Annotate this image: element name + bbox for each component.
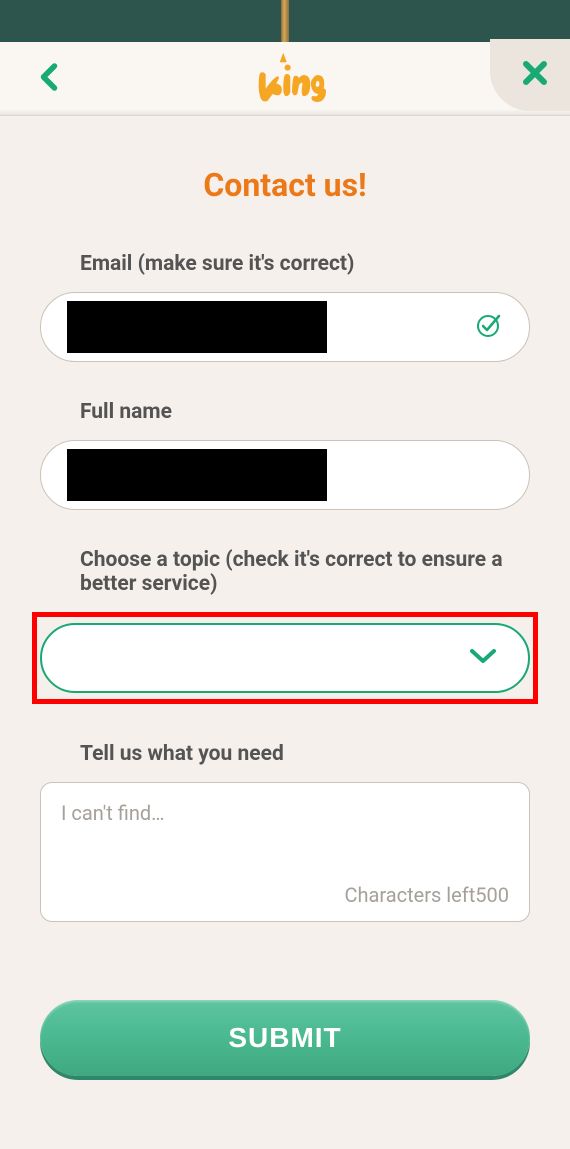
page-title: Contact us!: [40, 166, 530, 204]
topic-highlight: [32, 612, 538, 704]
email-group: Email (make sure it's correct): [40, 252, 530, 362]
fullname-redacted: [67, 449, 327, 501]
fullname-input-wrapper[interactable]: [40, 440, 530, 510]
email-input-wrapper[interactable]: [40, 292, 530, 362]
king-logo: [241, 50, 329, 112]
char-counter: Characters left500: [344, 883, 509, 907]
topic-dropdown[interactable]: [40, 623, 530, 693]
back-button[interactable]: [30, 60, 68, 98]
char-counter-prefix: Characters left: [344, 883, 475, 907]
fullname-group: Full name: [40, 400, 530, 510]
content: Contact us! Email (make sure it's correc…: [0, 116, 570, 1076]
chevron-left-icon: [38, 62, 60, 96]
email-label: Email (make sure it's correct): [40, 252, 530, 276]
status-bar: [0, 0, 570, 42]
message-label: Tell us what you need: [40, 742, 530, 766]
topic-label: Choose a topic (check it's correct to en…: [40, 548, 530, 596]
message-textarea[interactable]: [61, 801, 509, 871]
email-redacted: [67, 301, 327, 353]
topic-group: Choose a topic (check it's correct to en…: [40, 548, 530, 704]
chevron-down-icon: [468, 646, 498, 670]
close-button[interactable]: [516, 56, 554, 94]
submit-button[interactable]: SUBMIT: [40, 1000, 530, 1076]
char-counter-value: 500: [475, 883, 509, 907]
close-wrapper: [490, 39, 570, 111]
fullname-label: Full name: [40, 400, 530, 424]
close-icon: [521, 59, 549, 91]
message-wrapper: Characters left500: [40, 782, 530, 922]
checkmark-icon: [475, 311, 503, 343]
header: [0, 42, 570, 116]
message-group: Tell us what you need Characters left500: [40, 742, 530, 922]
